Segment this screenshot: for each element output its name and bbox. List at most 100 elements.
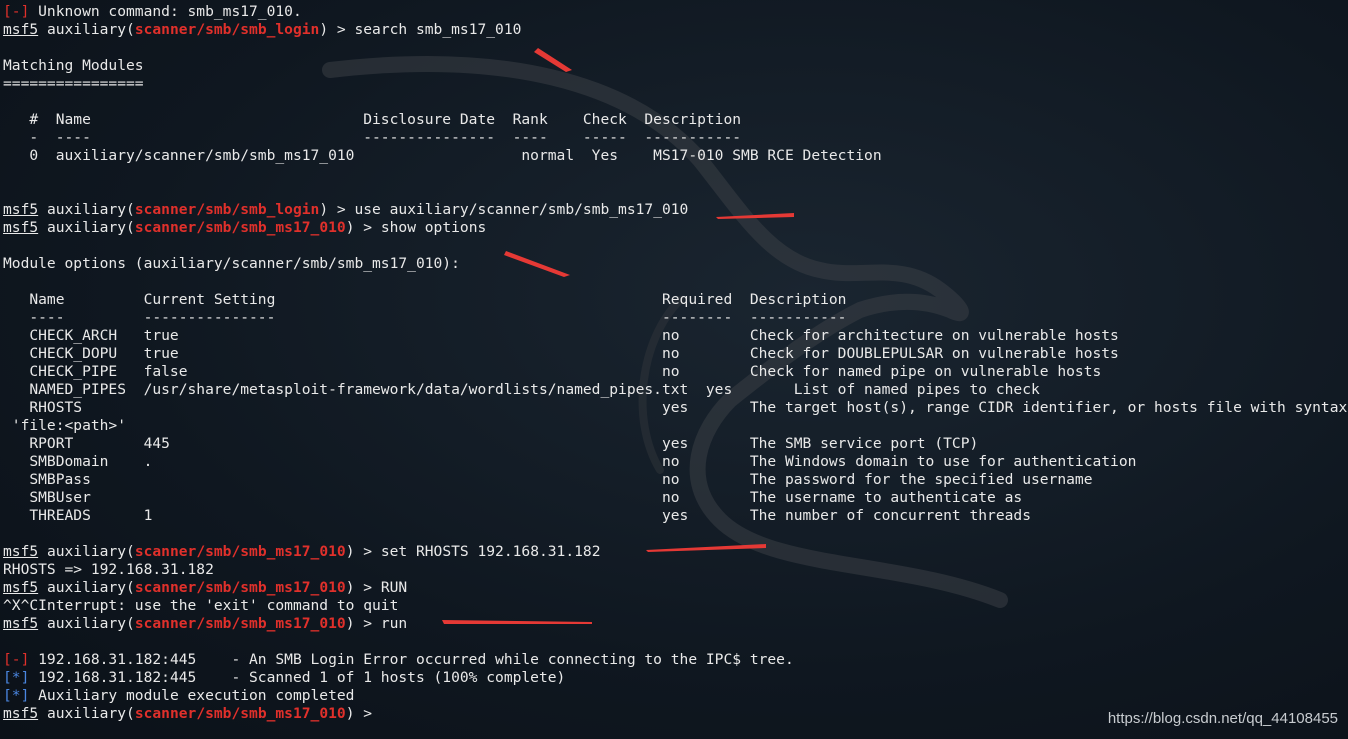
- terminal-line: msf5 auxiliary(scanner/smb/smb_ms17_010)…: [3, 615, 1348, 633]
- terminal-text: [*]: [3, 687, 30, 704]
- terminal-text: ================: [3, 75, 144, 92]
- terminal-text: ) > RUN: [345, 579, 408, 596]
- terminal-text: 192.168.31.182:445 - An SMB Login Error …: [29, 651, 794, 668]
- terminal-text: SMBPass no The password for the specifie…: [3, 471, 1093, 488]
- terminal-text: SMBUser no The username to authenticate …: [3, 489, 1023, 506]
- annotation-arrow-show-options: [504, 251, 570, 277]
- terminal-text: # Name Disclosure Date Rank Check Descri…: [3, 111, 742, 128]
- terminal-text: RHOSTS => 192.168.31.182: [3, 561, 214, 578]
- terminal-text: CHECK_PIPE false no Check for named pipe…: [3, 363, 1102, 380]
- terminal-text: ) > run: [345, 615, 408, 632]
- blog-watermark: https://blog.csdn.net/qq_44108455: [1107, 710, 1338, 727]
- terminal-text: auxiliary(: [38, 705, 135, 722]
- terminal-text: ) > search smb_ms17_010: [319, 21, 522, 38]
- module-path: scanner/smb/smb_ms17_010: [134, 579, 346, 596]
- terminal-line: 'file:<path>': [3, 417, 1348, 435]
- terminal-line: 0 auxiliary/scanner/smb/smb_ms17_010 nor…: [3, 147, 1348, 165]
- terminal-text: Module options (auxiliary/scanner/smb/sm…: [3, 255, 460, 272]
- terminal-line: RHOSTS yes The target host(s), range CID…: [3, 399, 1348, 417]
- terminal-text: CHECK_ARCH true no Check for architectur…: [3, 327, 1119, 344]
- terminal-line: SMBUser no The username to authenticate …: [3, 489, 1348, 507]
- annotation-arrow-run: [442, 620, 592, 624]
- terminal-text: 'file:<path>': [3, 417, 127, 434]
- terminal-line: Module options (auxiliary/scanner/smb/sm…: [3, 255, 1348, 273]
- terminal-text: - ---- --------------- ---- ----- ------…: [3, 129, 742, 146]
- terminal-text: NAMED_PIPES /usr/share/metasploit-framew…: [3, 381, 1040, 398]
- terminal-text: ^X^CInterrupt: use the 'exit' command to…: [3, 597, 399, 614]
- terminal-text: THREADS 1 yes The number of concurrent t…: [3, 507, 1031, 524]
- terminal-line: msf5 auxiliary(scanner/smb/smb_ms17_010)…: [3, 219, 1348, 237]
- terminal-text: Matching Modules: [3, 57, 144, 74]
- terminal-text: auxiliary(: [38, 615, 135, 632]
- terminal-text: [-]: [3, 651, 30, 668]
- terminal-text: auxiliary(: [38, 201, 135, 218]
- terminal-line: [*] Auxiliary module execution completed: [3, 687, 1348, 705]
- terminal-text: [-]: [3, 3, 30, 20]
- terminal-text: Auxiliary module execution completed: [29, 687, 355, 704]
- terminal-line: CHECK_DOPU true no Check for DOUBLEPULSA…: [3, 345, 1348, 363]
- annotation-arrow-use: [716, 213, 794, 219]
- terminal-text: ) > use auxiliary/scanner/smb/smb_ms17_0…: [319, 201, 689, 218]
- terminal-line: - ---- --------------- ---- ----- ------…: [3, 129, 1348, 147]
- terminal-line: THREADS 1 yes The number of concurrent t…: [3, 507, 1348, 525]
- prompt-label: msf5: [3, 615, 39, 632]
- terminal-text: RHOSTS yes The target host(s), range CID…: [3, 399, 1348, 416]
- module-path: scanner/smb/smb_ms17_010: [134, 705, 346, 722]
- terminal-line: RHOSTS => 192.168.31.182: [3, 561, 1348, 579]
- module-path: scanner/smb/smb_ms17_010: [134, 543, 346, 560]
- annotation-arrow-set-rhosts: [646, 544, 766, 552]
- terminal-text: auxiliary(: [38, 579, 135, 596]
- terminal-text: 192.168.31.182:445 - Scanned 1 of 1 host…: [29, 669, 566, 686]
- prompt-label: msf5: [3, 201, 39, 218]
- terminal-line: msf5 auxiliary(scanner/smb/smb_ms17_010)…: [3, 579, 1348, 597]
- terminal-text: auxiliary(: [38, 543, 135, 560]
- terminal-output[interactable]: [-] Unknown command: smb_ms17_010. msf5 a…: [3, 3, 1348, 739]
- prompt-label: msf5: [3, 543, 39, 560]
- terminal-text: [*]: [3, 669, 30, 686]
- terminal-line: ================: [3, 75, 1348, 93]
- terminal-text: 0 auxiliary/scanner/smb/smb_ms17_010 nor…: [3, 147, 882, 164]
- terminal-line: Matching Modules: [3, 57, 1348, 75]
- terminal-line: NAMED_PIPES /usr/share/metasploit-framew…: [3, 381, 1348, 399]
- module-path: scanner/smb/smb_login: [134, 21, 320, 38]
- terminal-line: [-] Unknown command: smb_ms17_010.: [3, 3, 1348, 21]
- terminal-line: [*] 192.168.31.182:445 - Scanned 1 of 1 …: [3, 669, 1348, 687]
- terminal-line: CHECK_ARCH true no Check for architectur…: [3, 327, 1348, 345]
- terminal-text: RPORT 445 yes The SMB service port (TCP): [3, 435, 979, 452]
- terminal-text: ) > set RHOSTS 192.168.31.182: [345, 543, 601, 560]
- terminal-line: msf5 auxiliary(scanner/smb/smb_login) > …: [3, 21, 1348, 39]
- terminal-text: ---- --------------- -------- ----------…: [3, 309, 847, 326]
- terminal-text: Name Current Setting Required Descriptio…: [3, 291, 847, 308]
- terminal-line: SMBDomain . no The Windows domain to use…: [3, 453, 1348, 471]
- module-path: scanner/smb/smb_ms17_010: [134, 615, 346, 632]
- terminal-text: Unknown command: smb_ms17_010.: [29, 3, 302, 20]
- terminal-text: ) >: [345, 705, 381, 722]
- module-path: scanner/smb/smb_login: [134, 201, 320, 218]
- prompt-label: msf5: [3, 579, 39, 596]
- terminal-line: msf5 auxiliary(scanner/smb/smb_login) > …: [3, 201, 1348, 219]
- terminal-text: CHECK_DOPU true no Check for DOUBLEPULSA…: [3, 345, 1119, 362]
- terminal-line: # Name Disclosure Date Rank Check Descri…: [3, 111, 1348, 129]
- terminal-line: ---- --------------- -------- ----------…: [3, 309, 1348, 327]
- annotation-arrow-search: [534, 48, 572, 72]
- prompt-label: msf5: [3, 219, 39, 236]
- terminal-text: SMBDomain . no The Windows domain to use…: [3, 453, 1137, 470]
- terminal-line: [-] 192.168.31.182:445 - An SMB Login Er…: [3, 651, 1348, 669]
- module-path: scanner/smb/smb_ms17_010: [134, 219, 346, 236]
- terminal-line: SMBPass no The password for the specifie…: [3, 471, 1348, 489]
- prompt-label: msf5: [3, 21, 39, 38]
- terminal-line: Name Current Setting Required Descriptio…: [3, 291, 1348, 309]
- prompt-label: msf5: [3, 705, 39, 722]
- terminal-line: ^X^CInterrupt: use the 'exit' command to…: [3, 597, 1348, 615]
- terminal-line: RPORT 445 yes The SMB service port (TCP): [3, 435, 1348, 453]
- terminal-text: auxiliary(: [38, 219, 135, 236]
- terminal-line: CHECK_PIPE false no Check for named pipe…: [3, 363, 1348, 381]
- terminal-text: ) > show options: [345, 219, 487, 236]
